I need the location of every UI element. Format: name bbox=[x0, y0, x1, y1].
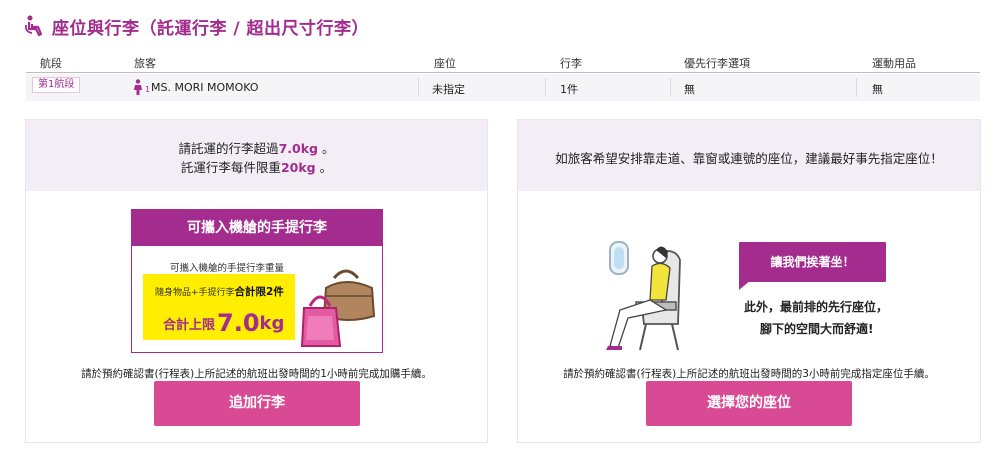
seat-panel: 如旅客希望安排靠走道、靠窗或連號的座位，建議最好事先指定座位！ 讓我們挨著坐！ … bbox=[517, 119, 981, 443]
front-seat-text-2: 腳下的空間大而舒適! bbox=[760, 322, 874, 336]
carry-on-card: 可攜入機艙的手提行李 可攜入機艙的手提行李重量 隨身物品+手提行李合計限2件 合… bbox=[131, 209, 383, 353]
column-divider bbox=[418, 78, 419, 97]
col-seat: 座位 bbox=[434, 57, 456, 70]
passenger-name: MS. MORI MOMOKO bbox=[151, 81, 259, 94]
carry-on-weight-label: 可攜入機艙的手提行李重量 bbox=[170, 263, 285, 274]
baggage-info-line1: 請託運的行李超過7.0kg 。 bbox=[178, 141, 335, 156]
seat-value: 未指定 bbox=[432, 83, 465, 96]
table-header: 航段 旅客 座位 行李 優先行李選項 運動用品 bbox=[26, 51, 980, 73]
col-segment: 航段 bbox=[40, 57, 62, 70]
carry-on-count-limit: 隨身物品+手提行李合計限2件 bbox=[155, 286, 284, 298]
sports-value: 無 bbox=[872, 83, 883, 96]
carry-on-weight-limit: 合計上限7.0kg bbox=[163, 309, 285, 337]
passenger-index: 1 bbox=[145, 85, 151, 94]
front-seat-text-1: 此外，最前排的先行座位， bbox=[744, 300, 889, 314]
baggage-info-line2: 託運行李每件限重20kg 。 bbox=[180, 160, 333, 175]
seat-info-line: 如旅客希望安排靠走道、靠窗或連號的座位，建議最好事先指定座位！ bbox=[555, 151, 943, 166]
female-passenger-icon bbox=[134, 79, 142, 95]
bubble-tail bbox=[739, 280, 751, 290]
select-seat-button[interactable]: 選擇您的座位 bbox=[646, 381, 852, 426]
segment-badge: 第1航段 bbox=[32, 77, 81, 93]
baggage-info-banner: 請託運的行李超過7.0kg 。 託運行李每件限重20kg 。 bbox=[26, 120, 487, 191]
add-baggage-button[interactable]: 追加行李 bbox=[154, 381, 360, 426]
section-header: 座位與行李（託運行李 / 超出尺寸行李） bbox=[24, 12, 369, 40]
sit-together-bubble: 讓我們挨著坐！ bbox=[739, 242, 886, 282]
baggage-deadline-note: 請於預約確認書(行程表)上所記述的航班出發時間的1小時前完成加購手續。 bbox=[81, 368, 432, 380]
column-divider bbox=[856, 78, 857, 97]
accessible-seat-icon bbox=[24, 15, 43, 37]
col-priority: 優先行李選項 bbox=[684, 57, 750, 70]
baggage-panel: 請託運的行李超過7.0kg 。 託運行李每件限重20kg 。 可攜入機艙的手提行… bbox=[25, 119, 488, 443]
priority-value: 無 bbox=[684, 83, 695, 96]
col-sports: 運動用品 bbox=[872, 57, 916, 70]
table-row: 第1航段 1 MS. MORI MOMOKO 未指定 1件 無 無 bbox=[26, 74, 980, 101]
seated-passenger-illustration bbox=[606, 241, 681, 351]
col-passenger: 旅客 bbox=[134, 57, 156, 70]
col-baggage: 行李 bbox=[560, 57, 582, 70]
seat-info-banner: 如旅客希望安排靠走道、靠窗或連號的座位，建議最好事先指定座位！ bbox=[518, 120, 980, 191]
column-divider bbox=[545, 78, 546, 97]
column-divider bbox=[670, 78, 671, 97]
handbags-illustration bbox=[300, 269, 376, 347]
seat-deadline-note: 請於預約確認書(行程表)上所記述的航班出發時間的3小時前完成指定座位手續。 bbox=[563, 368, 935, 380]
page-title: 座位與行李（託運行李 / 超出尺寸行李） bbox=[52, 18, 370, 39]
baggage-value: 1件 bbox=[560, 83, 578, 96]
carry-on-card-title: 可攜入機艙的手提行李 bbox=[132, 210, 382, 246]
carry-on-limit-box: 隨身物品+手提行李合計限2件 合計上限7.0kg bbox=[143, 274, 295, 340]
